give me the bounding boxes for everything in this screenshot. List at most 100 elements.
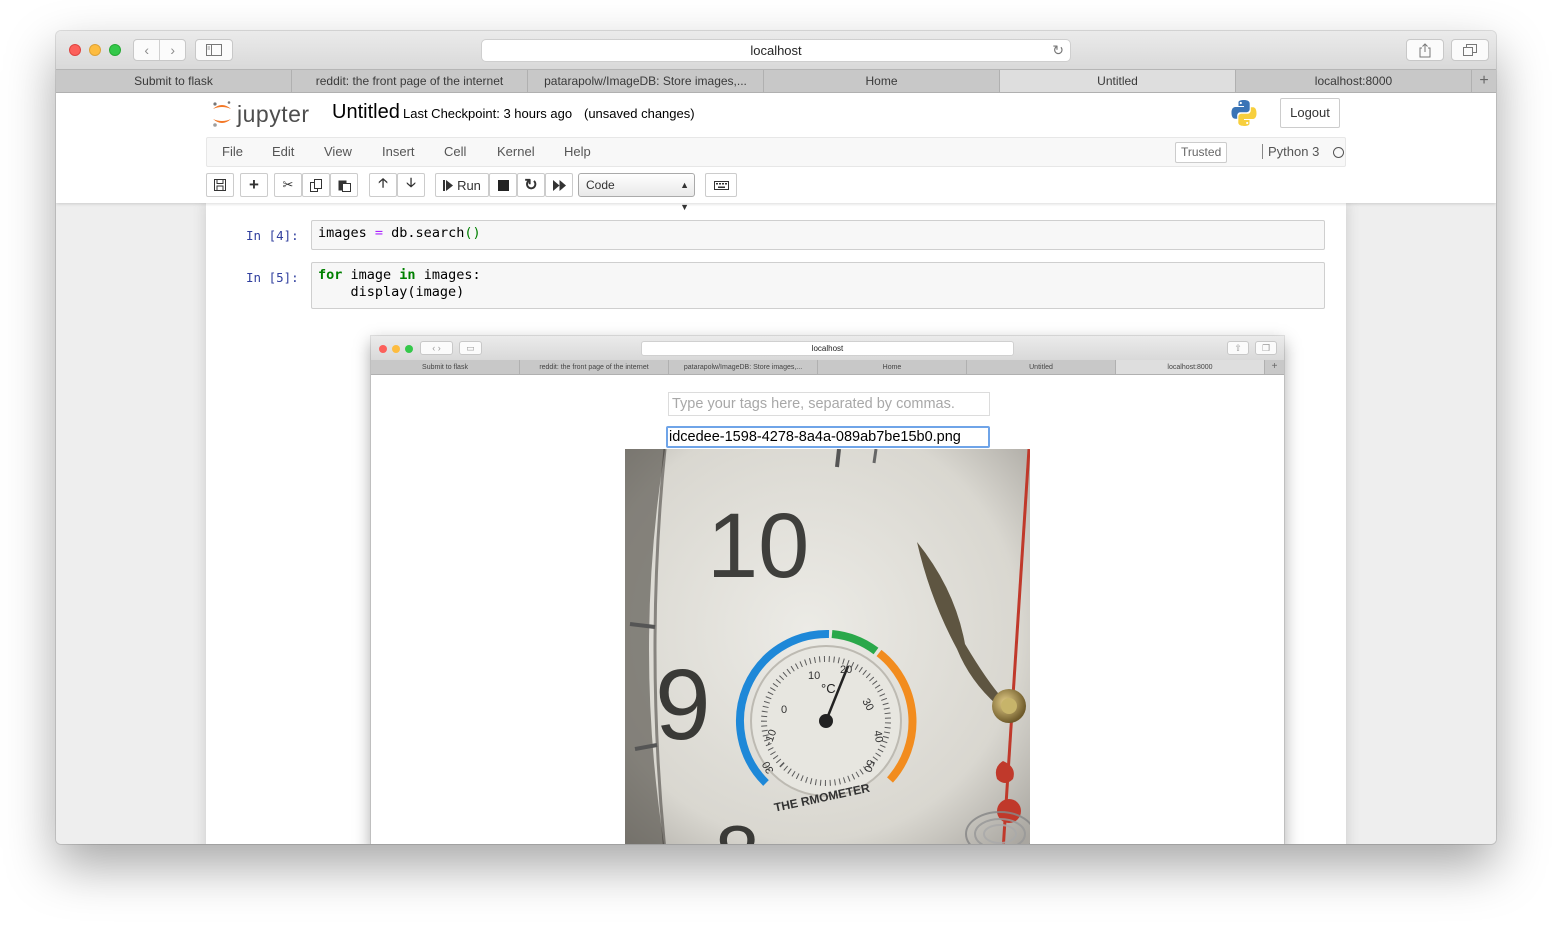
move-down-button[interactable]: 🡣 (397, 173, 425, 197)
cell-prompt: In [5]: (246, 270, 299, 285)
python-logo-icon (1229, 98, 1259, 133)
trusted-badge[interactable]: Trusted (1175, 142, 1228, 163)
gauge-tick-label: 10 (808, 670, 820, 682)
code-token: () (464, 225, 481, 241)
code-token: = (374, 225, 384, 241)
share-icon (1419, 42, 1431, 57)
output-address-bar: localhost (641, 341, 1014, 356)
run-label: Run (457, 177, 481, 193)
close-window-button[interactable] (69, 44, 81, 56)
menu-kernel[interactable]: Kernel (497, 144, 535, 159)
menu-file[interactable]: File (222, 144, 243, 159)
arrow-up-icon: 🡡 (378, 175, 388, 190)
output-sidebar-icon: ▭ (459, 341, 482, 355)
output-tab: Untitled (967, 360, 1116, 374)
code-token: in (399, 267, 416, 283)
arrow-down-icon: 🡣 (406, 175, 416, 190)
back-icon[interactable]: ‹ (134, 40, 159, 60)
address-text: localhost (750, 43, 802, 58)
output-share-icon: ⇧ (1227, 341, 1249, 355)
code-token: display(image) (318, 284, 465, 300)
show-tabs-button[interactable] (1451, 39, 1489, 61)
notebook-container: In [4]: images = db.search() In [5]: for… (206, 203, 1346, 844)
unsaved-status: (unsaved changes) (584, 106, 695, 121)
clock-numeral-8: 8 (715, 809, 760, 844)
keyboard-icon (713, 180, 729, 190)
output-zoom-dot (405, 345, 413, 353)
cut-icon: ✂ (282, 177, 294, 192)
browser-tab-active[interactable]: Untitled (1000, 70, 1236, 92)
gauge-tick-label: 0 (781, 704, 787, 716)
browser-titlebar: ‹ › localhost ↻ (56, 31, 1496, 69)
menu-cell[interactable]: Cell (444, 144, 466, 159)
new-tab-button[interactable]: + (1472, 70, 1496, 92)
code-cell-input[interactable]: for image in images: display(image) (311, 262, 1325, 309)
paste-button[interactable] (330, 173, 358, 197)
cell-type-select[interactable]: Code ▲ ▼ (578, 173, 695, 212)
menu-insert[interactable]: Insert (382, 144, 415, 159)
run-icon (443, 179, 454, 191)
minimize-window-button[interactable] (89, 44, 101, 56)
menu-edit[interactable]: Edit (272, 144, 294, 159)
gauge-tick-label: 20 (840, 664, 852, 676)
output-tab: Submit to flask (371, 360, 520, 374)
insert-cell-button[interactable]: + (240, 173, 268, 197)
nav-buttons: ‹ › (133, 39, 186, 61)
output-close-dot (379, 345, 387, 353)
share-button[interactable] (1406, 39, 1444, 61)
plus-icon: + (249, 175, 259, 194)
code-token: for (318, 267, 343, 283)
address-bar[interactable]: localhost ↻ (481, 39, 1071, 62)
copy-button[interactable] (302, 173, 330, 197)
copy-icon (309, 178, 322, 192)
restart-kernel-button[interactable]: ↻ (517, 173, 545, 197)
kernel-name[interactable]: Python 3 (1262, 144, 1319, 159)
logout-button[interactable]: Logout (1280, 98, 1340, 128)
tabs-overview-icon (1463, 44, 1477, 56)
cell-prompt: In [4]: (246, 228, 299, 243)
restart-run-all-button[interactable] (545, 173, 573, 197)
code-token: images (318, 225, 375, 241)
page-content: jupyter Untitled Last Checkpoint: 3 hour… (56, 93, 1496, 844)
output-browser-titlebar: ‹ › ▭ localhost ⇧ ❐ (371, 336, 1284, 360)
notebook-title[interactable]: Untitled (332, 101, 400, 124)
menu-help[interactable]: Help (564, 144, 591, 159)
zoom-window-button[interactable] (109, 44, 121, 56)
interrupt-kernel-button[interactable] (489, 173, 517, 197)
browser-tab[interactable]: localhost:8000 (1236, 70, 1472, 92)
output-tab-active: localhost:8000 (1116, 360, 1265, 374)
stop-icon (497, 179, 509, 191)
cut-button[interactable]: ✂ (274, 173, 302, 197)
jupyter-logo[interactable]: jupyter (211, 99, 310, 129)
code-token: image (342, 267, 400, 283)
code-token: images: (415, 267, 481, 283)
checkpoint-status: Last Checkpoint: 3 hours ago (403, 106, 573, 121)
output-tab: patarapolw/ImageDB: Store images,... (669, 360, 818, 374)
run-button[interactable]: Run (435, 173, 489, 197)
output-address-text: localhost (811, 344, 844, 353)
kernel-idle-icon (1333, 147, 1344, 158)
output-tabs-icon: ❐ (1255, 341, 1277, 355)
code-cell-input[interactable]: images = db.search() (311, 220, 1325, 250)
output-tab-strip: Submit to flask reddit: the front page o… (371, 360, 1284, 375)
cell-type-value: Code (586, 178, 615, 192)
browser-tab[interactable]: reddit: the front page of the internet (292, 70, 528, 92)
jupyter-header: jupyter Untitled Last Checkpoint: 3 hour… (56, 93, 1496, 212)
browser-tab[interactable]: Submit to flask (56, 70, 292, 92)
move-up-button[interactable]: 🡡 (369, 173, 397, 197)
command-palette-button[interactable] (705, 173, 737, 197)
output-minimize-dot (392, 345, 400, 353)
clock-numeral-10: 10 (707, 495, 809, 597)
jupyter-logo-text: jupyter (237, 100, 310, 127)
jupyter-logo-icon (213, 101, 231, 127)
reload-icon[interactable]: ↻ (1052, 40, 1064, 61)
fast-forward-icon (552, 179, 566, 191)
browser-tab[interactable]: Home (764, 70, 1000, 92)
menu-view[interactable]: View (324, 144, 352, 159)
save-button[interactable] (206, 173, 234, 197)
browser-tab[interactable]: patarapolw/ImageDB: Store images,... (528, 70, 764, 92)
sidebar-toggle-button[interactable] (195, 39, 233, 61)
forward-icon[interactable]: › (159, 40, 185, 60)
browser-tab-strip: Submit to flask reddit: the front page o… (56, 69, 1496, 93)
output-tab: Home (818, 360, 967, 374)
